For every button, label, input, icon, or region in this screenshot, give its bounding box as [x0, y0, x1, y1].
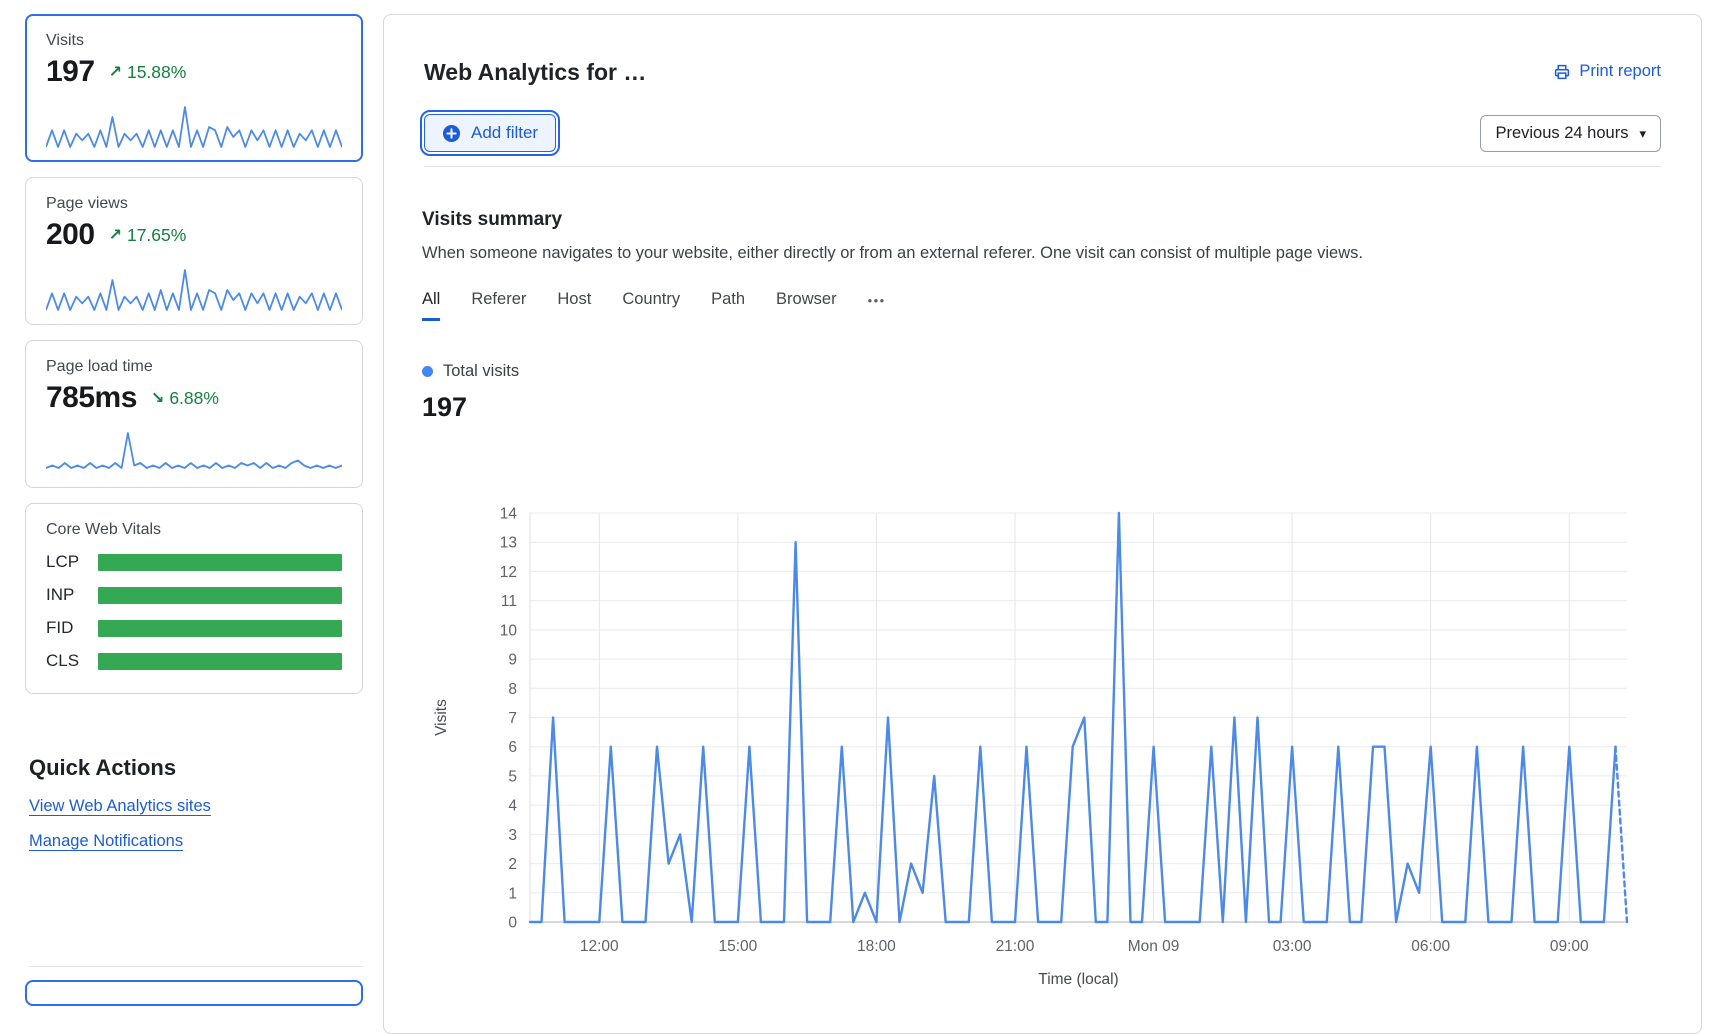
time-range-value: Previous 24 hours	[1495, 124, 1628, 143]
visits-summary-section: Visits summary When someone navigates to…	[384, 167, 1701, 993]
svg-text:09:00: 09:00	[1550, 938, 1589, 955]
tab-country[interactable]: Country	[622, 290, 680, 321]
print-report-link[interactable]: Print report	[1553, 62, 1661, 81]
stat-card-visits[interactable]: Visits 197 ↗ 15.88%	[25, 14, 363, 162]
cwv-good-bar	[98, 620, 342, 637]
visits-time-series-chart[interactable]: 0123456789101112131412:0015:0018:0021:00…	[422, 431, 1672, 993]
stat-label: Page load time	[46, 358, 342, 376]
trend-badge: ↗ 15.88%	[109, 62, 187, 83]
cwv-row-cls: CLS	[46, 651, 342, 671]
svg-text:18:00: 18:00	[857, 938, 896, 955]
svg-text:10: 10	[500, 622, 518, 639]
cwv-metric-label: LCP	[46, 552, 98, 572]
trend-value: 15.88%	[127, 62, 186, 83]
cwv-row-inp: INP	[46, 585, 342, 605]
trend-badge: ↘ 6.88%	[151, 388, 219, 409]
time-range-dropdown[interactable]: Previous 24 hours ▾	[1480, 115, 1661, 152]
svg-text:Time (local): Time (local)	[1038, 971, 1118, 988]
quick-actions-title: Quick Actions	[29, 755, 363, 781]
partially-visible-card[interactable]	[25, 980, 363, 1006]
trend-down-icon: ↘	[151, 388, 164, 408]
web-analytics-panel: Web Analytics for … Print report	[383, 14, 1702, 1034]
visits-sparkline-chart	[46, 103, 342, 149]
stat-value: 785ms	[46, 381, 137, 415]
manage-notifications-link[interactable]: Manage Notifications	[29, 832, 183, 851]
plus-circle-icon	[442, 124, 461, 143]
svg-text:6: 6	[508, 739, 517, 756]
printer-icon	[1553, 63, 1571, 81]
cwv-row-lcp: LCP	[46, 552, 342, 572]
stat-value: 200	[46, 218, 95, 252]
svg-text:3: 3	[508, 827, 517, 844]
svg-text:Visits: Visits	[433, 699, 450, 736]
chart-area: 0123456789101112131412:0015:0018:0021:00…	[422, 431, 1663, 993]
visits-summary-title: Visits summary	[422, 209, 1663, 231]
tab-all[interactable]: All	[422, 290, 440, 321]
cwv-metric-label: CLS	[46, 651, 98, 671]
svg-text:21:00: 21:00	[996, 938, 1035, 955]
svg-text:2: 2	[508, 856, 517, 873]
add-filter-label: Add filter	[471, 123, 538, 143]
core-web-vitals-title: Core Web Vitals	[46, 521, 342, 539]
svg-text:9: 9	[508, 652, 517, 669]
tab-referer[interactable]: Referer	[471, 290, 526, 321]
sidebar: Visits 197 ↗ 15.88% Page views 200 ↗ 17.…	[25, 14, 363, 988]
svg-text:12: 12	[500, 564, 517, 581]
page-load-sparkline-chart	[46, 429, 342, 475]
cwv-row-fid: FID	[46, 618, 342, 638]
trend-badge: ↗ 17.65%	[109, 225, 187, 246]
stat-label: Visits	[46, 32, 342, 50]
svg-text:8: 8	[508, 681, 517, 698]
print-report-label: Print report	[1579, 62, 1661, 81]
cwv-good-bar	[98, 587, 342, 604]
cwv-good-bar	[98, 554, 342, 571]
page-views-sparkline-chart	[46, 266, 342, 312]
legend-dot	[422, 366, 433, 377]
dimension-tabs: All Referer Host Country Path Browser ••…	[422, 290, 1663, 321]
chart-legend: Total visits	[422, 362, 1663, 381]
svg-text:1: 1	[508, 885, 517, 902]
cwv-metric-label: FID	[46, 618, 98, 638]
stat-card-page-load-time[interactable]: Page load time 785ms ↘ 6.88%	[25, 340, 363, 488]
divider	[424, 166, 1661, 167]
view-web-analytics-sites-link[interactable]: View Web Analytics sites	[29, 797, 211, 816]
add-filter-button[interactable]: Add filter	[424, 114, 556, 152]
trend-value: 17.65%	[127, 225, 186, 246]
total-visits-value: 197	[422, 392, 1663, 423]
svg-text:06:00: 06:00	[1411, 938, 1450, 955]
cwv-good-bar	[98, 653, 342, 670]
svg-text:03:00: 03:00	[1273, 938, 1312, 955]
svg-text:13: 13	[500, 535, 517, 552]
core-web-vitals-card[interactable]: Core Web Vitals LCP INP FID CLS	[25, 503, 363, 694]
svg-text:12:00: 12:00	[580, 938, 619, 955]
visits-summary-description: When someone navigates to your website, …	[422, 244, 1663, 263]
svg-text:4: 4	[508, 798, 517, 815]
stat-value: 197	[46, 55, 95, 89]
svg-text:15:00: 15:00	[718, 938, 757, 955]
tabs-overflow-button[interactable]: •••	[868, 293, 886, 321]
svg-text:14: 14	[500, 506, 518, 523]
svg-text:0: 0	[508, 915, 517, 932]
chevron-down-icon: ▾	[1639, 127, 1646, 140]
svg-text:11: 11	[501, 593, 517, 610]
svg-text:7: 7	[508, 710, 517, 727]
page-title: Web Analytics for …	[424, 59, 1661, 86]
legend-label: Total visits	[443, 362, 519, 381]
panel-header: Web Analytics for … Print report	[384, 15, 1701, 167]
trend-value: 6.88%	[169, 388, 219, 409]
tab-host[interactable]: Host	[557, 290, 591, 321]
divider	[29, 966, 363, 967]
svg-text:Mon 09: Mon 09	[1128, 938, 1180, 955]
cwv-metric-label: INP	[46, 585, 98, 605]
stat-label: Page views	[46, 195, 342, 213]
svg-text:5: 5	[508, 768, 517, 785]
tab-path[interactable]: Path	[711, 290, 745, 321]
trend-up-icon: ↗	[109, 225, 122, 245]
tab-browser[interactable]: Browser	[776, 290, 837, 321]
stat-card-page-views[interactable]: Page views 200 ↗ 17.65%	[25, 177, 363, 325]
trend-up-icon: ↗	[109, 62, 122, 82]
